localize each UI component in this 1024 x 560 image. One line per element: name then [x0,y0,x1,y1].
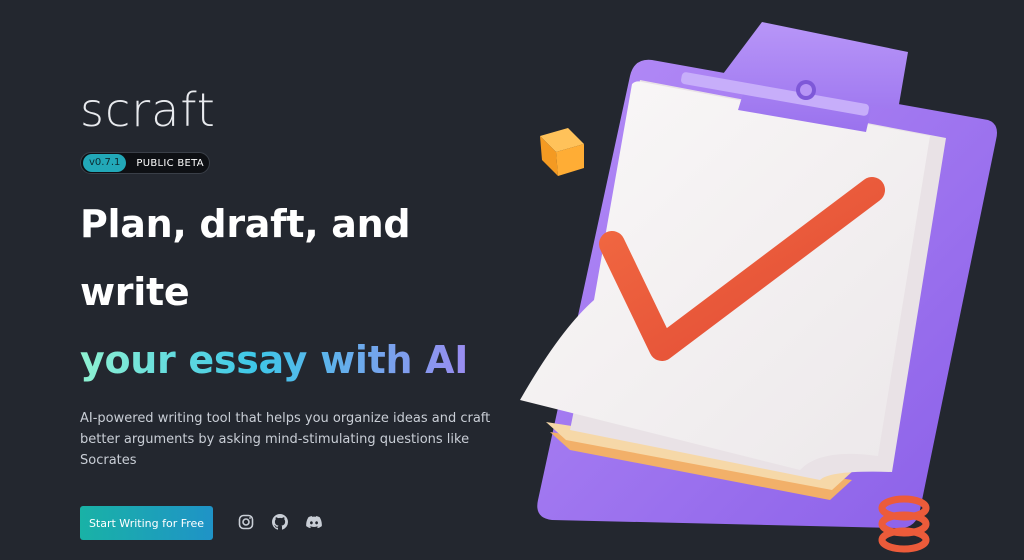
yellow-cube [540,128,584,176]
version-pill: v0.7.1 [83,154,127,172]
start-writing-button[interactable]: Start Writing for Free [80,506,213,540]
headline-line-3: your essay with AI [80,326,468,394]
paper-sheet-front [520,81,930,470]
version-badge: v0.7.1 PUBLIC BETA [80,152,210,174]
social-links [238,514,322,530]
headline-line-1: Plan, draft, and [80,202,411,246]
headline-line-2: write [80,270,190,314]
discord-icon[interactable] [306,514,322,530]
clipboard-illustration [520,22,997,553]
hero-description: AI-powered writing tool that helps you o… [80,411,491,468]
instagram-icon[interactable] [238,514,254,530]
brand-logo[interactable]: scraft [80,82,216,138]
beta-label: PUBLIC BETA [136,157,204,169]
hero-headline: Plan, draft, and write your essay with A… [80,190,468,394]
github-icon[interactable] [272,514,288,530]
